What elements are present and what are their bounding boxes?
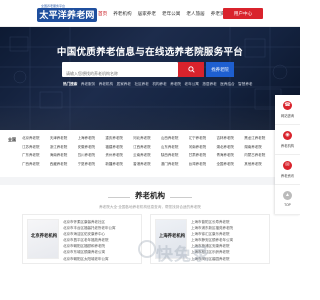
- nav-item-travel[interactable]: 老人旅居: [186, 11, 204, 17]
- region-link[interactable]: 福建养老院: [105, 145, 133, 150]
- side-tool-news[interactable]: ✉ 养老资讯: [275, 155, 300, 185]
- region-link[interactable]: 广东养老院: [22, 153, 50, 158]
- region-link[interactable]: 湖南养老院: [244, 145, 272, 150]
- institution-link[interactable]: 北京市朝阳区太阳城老年公寓: [63, 256, 141, 262]
- card-link-list: 北京市怀柔区康馨养老社区 北京市丰台区福馨托老所老年公寓 北京市海淀区佑安康养中…: [63, 219, 141, 262]
- side-tool-institutions[interactable]: ◉ 养老机构: [275, 125, 300, 155]
- region-link[interactable]: 香港养老院: [133, 162, 161, 167]
- section-subtitle: 养老院大全·全国各地养老机构信息查询，帮您找到合适的养老院: [99, 205, 201, 209]
- watermark-icon: [138, 240, 156, 258]
- section-title-line-right: [170, 197, 192, 198]
- phone-icon: ☎: [283, 101, 292, 110]
- back-to-top-button[interactable]: ▲ TOP: [275, 185, 300, 215]
- region-link[interactable]: 台湾养老院: [189, 162, 217, 167]
- region-link[interactable]: 重庆养老院: [105, 136, 133, 141]
- region-link[interactable]: 四川养老院: [78, 153, 106, 158]
- region-link[interactable]: 北京养老院: [22, 136, 50, 141]
- nav-item-senior-apartments[interactable]: 老年公寓: [162, 11, 180, 17]
- hero-banner: 中国优质养老信息与在线选养老院服务平台 找养老院 热门搜索 养老服务 养老机构 …: [0, 27, 300, 130]
- region-link[interactable]: 青海养老院: [216, 153, 244, 158]
- nav-item-home-care[interactable]: 居家养老: [138, 11, 156, 17]
- hot-search-link[interactable]: 居家养老: [117, 82, 131, 87]
- logo-text: 太平洋养老网: [37, 8, 97, 22]
- nav-item-home[interactable]: 首页: [98, 11, 107, 17]
- side-tool-consult[interactable]: ☎ 网站咨询: [275, 95, 300, 125]
- institution-card: 北京养老机构 北京市怀柔区康馨养老社区 北京市丰台区福馨托老所老年公寓 北京市海…: [22, 214, 142, 264]
- card-thumbnail[interactable]: 北京养老机构: [27, 219, 59, 259]
- region-link[interactable]: 山东养老院: [161, 145, 189, 150]
- hot-search-link[interactable]: 旅居养老: [202, 82, 216, 87]
- region-link[interactable]: 其他养老院: [244, 162, 272, 167]
- region-link[interactable]: 山西养老院: [161, 136, 189, 141]
- nav-item-institutions[interactable]: 养老机构: [113, 11, 131, 17]
- hot-search-link[interactable]: 老年公寓: [185, 82, 199, 87]
- top-navbar: 全国养老服务平台 太平洋养老网 首页 养老机构 居家养老 老年公寓 老人旅居 养…: [0, 0, 300, 27]
- region-link[interactable]: 甘肃养老院: [189, 153, 217, 158]
- region-link[interactable]: 黑龙江养老院: [244, 136, 272, 141]
- region-link[interactable]: 海南养老院: [50, 153, 78, 158]
- search-box: [62, 62, 178, 81]
- side-tool-label: 养老机构: [280, 144, 295, 148]
- region-link[interactable]: 云南养老院: [133, 153, 161, 158]
- region-label: 全国: [8, 137, 16, 142]
- hot-searches: 热门搜索 养老服务 养老机构 居家养老 社区养老 机构养老 养老院 老年公寓 旅…: [63, 82, 256, 87]
- hot-search-link[interactable]: 医养结合: [220, 82, 234, 87]
- section-divider: [0, 177, 300, 185]
- hot-search-link[interactable]: 机构养老: [152, 82, 166, 87]
- side-toolbar: ☎ 网站咨询 ◉ 养老机构 ✉ 养老资讯 ▲ TOP: [275, 95, 300, 215]
- region-link[interactable]: 澳门养老院: [161, 162, 189, 167]
- find-nursing-home-button[interactable]: 找养老院: [206, 62, 234, 77]
- search-input[interactable]: [62, 66, 178, 81]
- hot-search-link[interactable]: 养老服务: [81, 82, 95, 87]
- region-grid: 北京养老院 天津养老院 上海养老院 重庆养老院 河北养老院 山西养老院 辽宁养老院 吉林养老院…: [22, 136, 272, 167]
- arrow-up-icon: ▲: [283, 191, 292, 200]
- search-icon: [187, 66, 195, 73]
- hero-title: 中国优质养老信息与在线选养老院服务平台: [56, 47, 244, 58]
- region-link[interactable]: 广西养老院: [22, 162, 50, 167]
- region-link[interactable]: 江西养老院: [133, 145, 161, 150]
- region-link[interactable]: 内蒙古养老院: [244, 153, 272, 158]
- site-logo[interactable]: 全国养老服务平台 太平洋养老网: [37, 4, 97, 23]
- chat-icon: ✉: [283, 161, 292, 170]
- region-link[interactable]: 河北养老院: [133, 136, 161, 141]
- hero-bottom-band: [0, 100, 300, 130]
- region-link[interactable]: 新疆养老院: [105, 162, 133, 167]
- region-link[interactable]: 陕西养老院: [161, 153, 189, 158]
- region-link[interactable]: 宁夏养老院: [78, 162, 106, 167]
- side-tool-label: 养老资讯: [280, 174, 295, 178]
- region-link[interactable]: 上海养老院: [78, 136, 106, 141]
- region-link[interactable]: 全国养老院: [216, 162, 244, 167]
- side-tool-label: TOP: [284, 203, 291, 207]
- card-thumbnail-label: 北京养老机构: [30, 233, 58, 238]
- location-icon: ◉: [283, 131, 292, 140]
- section-title: 养老机构: [135, 191, 165, 200]
- region-link[interactable]: 浙江养老院: [50, 145, 78, 150]
- region-link[interactable]: 江苏养老院: [22, 145, 50, 150]
- region-link[interactable]: 河南养老院: [189, 145, 217, 150]
- user-center-button[interactable]: 用户中心: [223, 8, 263, 19]
- region-link[interactable]: 西藏养老院: [50, 162, 78, 167]
- hot-searches-label: 热门搜索: [63, 82, 78, 86]
- hot-search-link[interactable]: 养老院: [170, 82, 181, 87]
- hot-search-link[interactable]: 养老机构: [99, 82, 113, 87]
- region-link[interactable]: 天津养老院: [50, 136, 78, 141]
- region-link[interactable]: 安徽养老院: [78, 145, 106, 150]
- side-tool-label: 网站咨询: [280, 114, 295, 118]
- page: 全国养老服务平台 太平洋养老网 首页 养老机构 居家养老 老年公寓 老人旅居 养…: [0, 0, 300, 300]
- region-link[interactable]: 吉林养老院: [216, 136, 244, 141]
- search-button[interactable]: [178, 62, 204, 77]
- region-link[interactable]: 辽宁养老院: [189, 136, 217, 141]
- hot-search-link[interactable]: 智慧养老: [238, 82, 252, 87]
- region-link[interactable]: 湖北养老院: [216, 145, 244, 150]
- card-thumbnail-label: 上海养老机构: [158, 233, 186, 238]
- hot-search-link[interactable]: 社区养老: [135, 82, 149, 87]
- region-list: 全国 北京养老院 天津养老院 上海养老院 重庆养老院 河北养老院 山西养老院 辽宁养老院 吉林…: [0, 130, 300, 180]
- watermark: 快兔录: [156, 245, 210, 264]
- region-link[interactable]: 贵州养老院: [105, 153, 133, 158]
